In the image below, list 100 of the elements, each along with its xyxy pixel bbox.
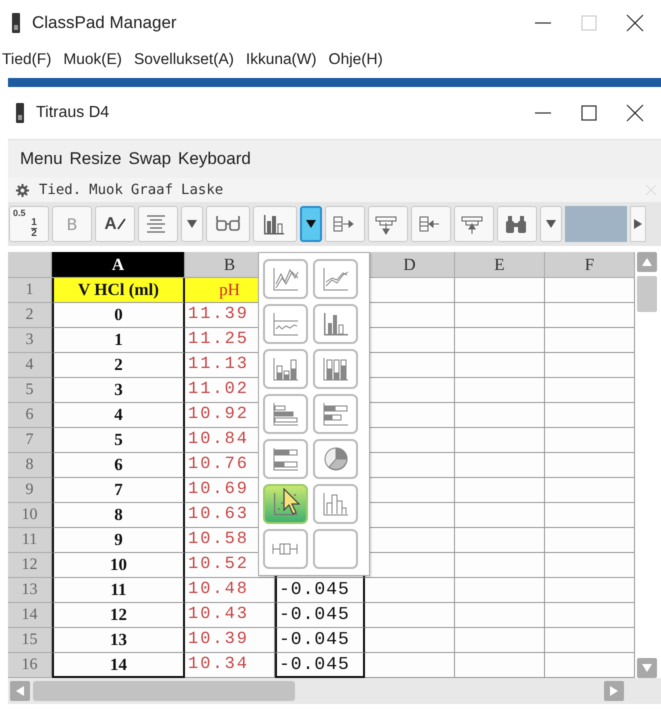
row-header[interactable]: 15 [8, 628, 52, 653]
menu-item[interactable]: Tied. [39, 182, 82, 198]
table-cell[interactable] [455, 428, 545, 453]
table-cell[interactable]: 1 [52, 328, 185, 353]
bar-chart-button[interactable] [253, 206, 297, 242]
table-cell[interactable] [455, 303, 545, 328]
row-header[interactable]: 2 [8, 303, 52, 328]
glasses-button[interactable] [206, 206, 250, 242]
row-header[interactable]: 5 [8, 378, 52, 403]
chart-type-button[interactable] [313, 484, 358, 524]
table-cell[interactable]: 10.43 [185, 603, 275, 628]
row-header[interactable]: 6 [8, 403, 52, 428]
chart-type-button[interactable] [263, 439, 308, 479]
dropdown-button[interactable] [181, 206, 203, 242]
row-header[interactable]: 14 [8, 603, 52, 628]
row-header[interactable]: 16 [8, 653, 52, 678]
table-cell[interactable] [365, 578, 455, 603]
menu-item[interactable]: Menu [20, 149, 63, 169]
table-cell[interactable] [455, 278, 545, 303]
table-cell[interactable] [455, 353, 545, 378]
column-header[interactable]: F [545, 252, 635, 278]
table-cell[interactable] [455, 603, 545, 628]
row-header[interactable]: 3 [8, 328, 52, 353]
table-cell[interactable]: 14 [52, 653, 185, 678]
table-cell[interactable] [545, 478, 635, 503]
text-style-button[interactable]: A [95, 206, 135, 242]
insert-up-button[interactable] [454, 206, 494, 242]
table-cell[interactable]: 0 [52, 303, 185, 328]
table-cell[interactable]: 8 [52, 503, 185, 528]
menu-item[interactable]: Ohje(H) [328, 51, 383, 69]
table-cell[interactable] [455, 528, 545, 553]
table-cell[interactable]: 5 [52, 428, 185, 453]
column-header[interactable]: A [52, 252, 185, 278]
row-header[interactable]: 9 [8, 478, 52, 503]
table-cell[interactable]: 3 [52, 378, 185, 403]
scroll-up-button[interactable] [637, 252, 657, 272]
table-cell[interactable]: 10.48 [185, 578, 275, 603]
input-field[interactable] [565, 206, 627, 242]
table-cell[interactable]: 11 [52, 578, 185, 603]
scroll-left-button[interactable] [10, 681, 30, 701]
table-cell[interactable]: 9 [52, 528, 185, 553]
table-cell[interactable] [455, 503, 545, 528]
scroll-right-button[interactable] [630, 206, 646, 242]
table-cell[interactable]: 10.39 [185, 628, 275, 653]
table-cell[interactable] [545, 503, 635, 528]
table-cell[interactable]: 10 [52, 553, 185, 578]
menu-item[interactable]: Ikkuna(W) [246, 51, 317, 69]
table-cell[interactable] [455, 328, 545, 353]
table-cell[interactable] [365, 653, 455, 678]
table-cell[interactable] [455, 403, 545, 428]
menu-item[interactable]: Tied(F) [2, 51, 52, 69]
table-cell[interactable]: -0.045 [275, 628, 365, 653]
menu-item[interactable]: Muok(E) [63, 51, 122, 69]
table-cell[interactable] [545, 403, 635, 428]
align-button[interactable] [138, 206, 178, 242]
blank-option-button[interactable] [313, 529, 358, 569]
table-cell[interactable] [545, 353, 635, 378]
table-cell[interactable]: V HCl (ml) [52, 278, 185, 303]
table-cell[interactable]: -0.045 [275, 653, 365, 678]
menu-item[interactable]: Laske [181, 182, 224, 198]
table-cell[interactable] [545, 553, 635, 578]
chart-type-button[interactable] [313, 349, 358, 389]
fraction-button[interactable]: 0.5 1 2 [9, 206, 49, 242]
chart-type-button[interactable] [263, 304, 308, 344]
table-cell[interactable] [545, 653, 635, 678]
table-cell[interactable]: -0.045 [275, 603, 365, 628]
insert-down-button[interactable] [368, 206, 408, 242]
table-cell[interactable] [545, 628, 635, 653]
binoculars-button[interactable] [497, 206, 537, 242]
chart-type-button[interactable] [313, 439, 358, 479]
table-cell[interactable] [545, 303, 635, 328]
table-cell[interactable] [545, 528, 635, 553]
row-header[interactable]: 4 [8, 353, 52, 378]
scroll-thumb[interactable] [637, 276, 657, 312]
column-header[interactable]: E [455, 252, 545, 278]
table-cell[interactable] [455, 378, 545, 403]
table-cell[interactable]: -0.045 [275, 578, 365, 603]
menu-item[interactable]: Keyboard [178, 149, 251, 169]
row-header[interactable]: 8 [8, 453, 52, 478]
scroll-thumb[interactable] [33, 681, 295, 701]
menu-item[interactable]: Resize [70, 149, 122, 169]
table-cell[interactable] [545, 603, 635, 628]
row-header[interactable]: 13 [8, 578, 52, 603]
table-cell[interactable] [545, 278, 635, 303]
table-cell[interactable]: 10.34 [185, 653, 275, 678]
table-cell[interactable]: 2 [52, 353, 185, 378]
table-cell[interactable]: 4 [52, 403, 185, 428]
table-cell[interactable] [545, 453, 635, 478]
chart-type-button[interactable] [313, 394, 358, 434]
chart-type-button[interactable] [313, 259, 358, 299]
table-cell[interactable] [365, 628, 455, 653]
insert-right-button[interactable] [325, 206, 365, 242]
dropdown-button[interactable] [540, 206, 562, 242]
row-header[interactable]: 11 [8, 528, 52, 553]
row-header[interactable]: 7 [8, 428, 52, 453]
table-cell[interactable] [545, 578, 635, 603]
dropdown-button[interactable] [300, 206, 322, 242]
table-cell[interactable] [455, 653, 545, 678]
chart-type-button[interactable] [263, 394, 308, 434]
table-cell[interactable]: 7 [52, 478, 185, 503]
